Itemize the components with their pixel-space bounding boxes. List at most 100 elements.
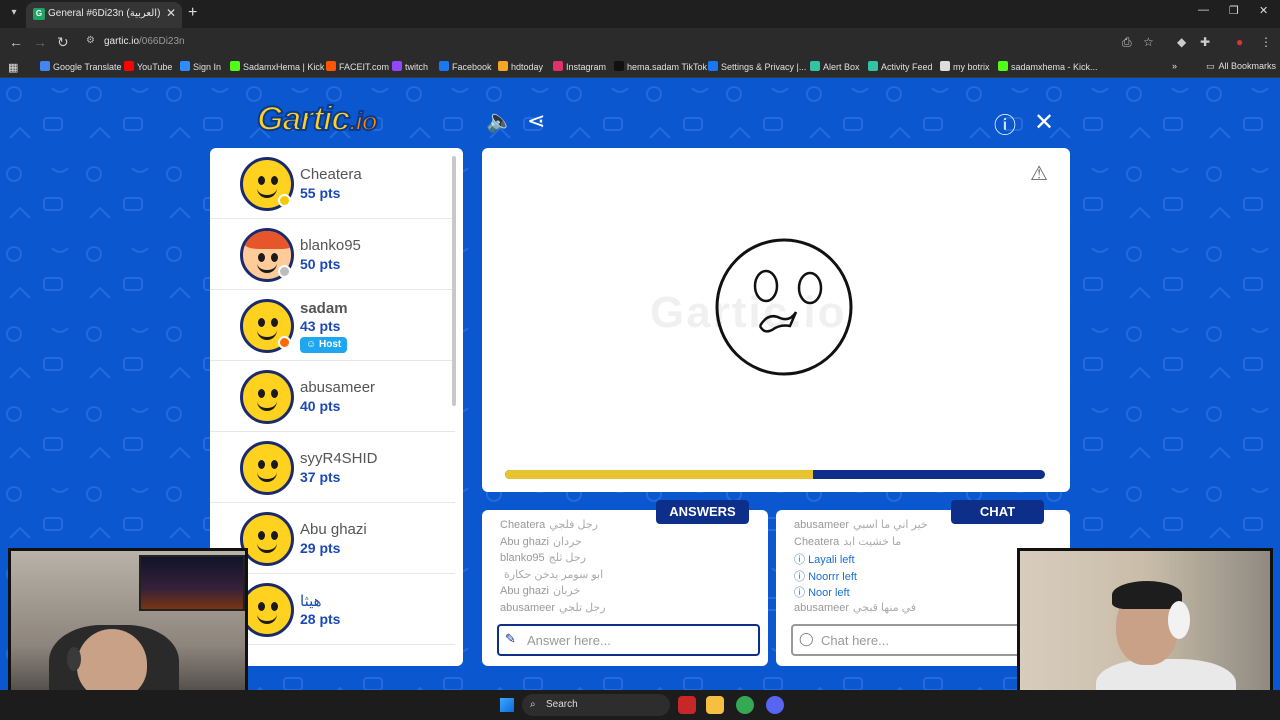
info-icon[interactable]: ⓘ [994, 108, 1016, 140]
file-explorer-icon[interactable] [706, 696, 724, 714]
avatar [240, 441, 294, 495]
player-item[interactable]: blanko95 50 pts [210, 219, 455, 290]
botrix-icon [940, 61, 950, 71]
bookmark-youtube[interactable]: YouTube [124, 61, 172, 72]
player-list-scrollbar[interactable] [452, 156, 456, 406]
tiktok-icon [614, 61, 624, 71]
bookmark-instagram[interactable]: Instagram [553, 61, 606, 72]
bookmark-google-translate[interactable]: Google Translate [40, 61, 122, 72]
player-name: sadam [300, 300, 348, 317]
drawing-face [715, 238, 853, 376]
instagram-icon [553, 61, 563, 71]
player-item[interactable]: Cheatera 55 pts [210, 148, 455, 219]
browser-tab[interactable]: G General #6Di23n (العربية) - Gar ✕ [26, 2, 182, 28]
player-points: 28 pts [300, 611, 341, 627]
info-icon: ⓘ [794, 554, 809, 566]
bookmark-hdtoday[interactable]: hdtoday [498, 61, 543, 72]
chrome-icon[interactable] [736, 696, 754, 714]
folder-icon: ▭ [1206, 61, 1215, 71]
status-indicator [278, 265, 291, 278]
gartic-favicon-icon: G [33, 8, 45, 20]
profile-avatar-icon[interactable]: ● [1236, 35, 1243, 49]
chat-field[interactable]: ◯ [791, 624, 1031, 656]
reload-icon[interactable]: ↻ [57, 34, 69, 51]
facebook-icon [439, 61, 449, 71]
answer-field[interactable]: ✎ [497, 624, 760, 656]
apps-grid-icon[interactable]: ▦ [8, 61, 18, 74]
info-icon: ⓘ [794, 570, 809, 583]
new-tab-icon[interactable]: + [188, 4, 197, 22]
bookmark-alert-box[interactable]: Alert Box [810, 61, 860, 72]
chat-input[interactable] [821, 630, 1021, 650]
extension-icon[interactable]: ◆ [1177, 35, 1186, 49]
avatar [240, 583, 294, 637]
address-bar[interactable]: ⚙ gartic.io/066Di23n [80, 31, 1120, 53]
back-icon[interactable]: ← [9, 34, 23, 50]
bookmark-star-icon[interactable]: ☆ [1143, 35, 1154, 49]
bookmark-kick-2[interactable]: sadamxhema - Kick... [998, 61, 1098, 72]
answer-row: blanko95 رجل ثلج [500, 552, 586, 564]
bookmarks-bar: ▦ Google Translate YouTube Sign In Sadam… [0, 56, 1280, 78]
bookmark-facebook[interactable]: Facebook [439, 61, 492, 72]
player-name: syyR4SHID [300, 450, 378, 467]
maximize-icon[interactable]: ❐ [1229, 4, 1239, 17]
discord-icon[interactable] [766, 696, 784, 714]
voice-app-icon[interactable] [678, 696, 696, 714]
facebook-icon [708, 61, 718, 71]
streamlabs-icon [868, 61, 878, 71]
status-indicator [278, 194, 291, 207]
google-translate-icon [40, 61, 50, 71]
player-item[interactable]: sadam 43 pts ☺ Host [210, 290, 455, 361]
player-name: هيثا [300, 593, 322, 610]
close-tab-icon[interactable]: ✕ [166, 6, 176, 20]
address-toolbar: ← → ↻ ⚙ gartic.io/066Di23n ⎙ ☆ ◆ ✚ ● ⋮ [0, 28, 1280, 56]
windows-taskbar: ⌕ Search [0, 690, 1280, 720]
chat-feed: abusameer خير اني ما اسبي Cheatera ما خشيت… [794, 518, 1044, 617]
extensions-puzzle-icon[interactable]: ✚ [1200, 35, 1210, 49]
answer-row: Abu ghazi خربان [500, 585, 581, 597]
player-item[interactable]: syyR4SHID 37 pts [210, 432, 455, 503]
forward-icon[interactable]: → [33, 34, 47, 50]
exit-icon[interactable]: ✕ [1034, 108, 1054, 137]
player-name: Abu ghazi [300, 521, 367, 538]
bookmark-faceit[interactable]: FACEIT.com [326, 61, 389, 72]
player-item[interactable]: abusameer 40 pts [210, 361, 455, 432]
bookmark-sign-in[interactable]: Sign In [180, 61, 221, 72]
sign-in-icon [180, 61, 190, 71]
player-name: Cheatera [300, 166, 362, 183]
bookmarks-overflow-icon[interactable]: » [1172, 61, 1177, 71]
share-icon[interactable]: ⋖ [527, 108, 545, 134]
install-app-icon[interactable]: ⎙ [1122, 35, 1132, 50]
search-icon: ⌕ [530, 699, 536, 710]
round-timer-fill [505, 470, 813, 479]
answer-input[interactable] [527, 630, 727, 650]
taskbar-search[interactable]: ⌕ Search [522, 694, 670, 716]
url-text[interactable]: gartic.io/066Di23n [104, 36, 185, 47]
bookmark-activity-feed[interactable]: Activity Feed [868, 61, 933, 72]
browser-tab-strip: ▾ G General #6Di23n (العربية) - Gar ✕ + … [0, 0, 1280, 28]
bookmark-tiktok[interactable]: hema.sadam TikTok [614, 61, 707, 72]
round-timer-bar [505, 470, 1045, 479]
avatar [240, 512, 294, 566]
player-points: 55 pts [300, 185, 341, 201]
site-info-icon[interactable]: ⚙ [86, 35, 95, 46]
tab-search-icon[interactable]: ▾ [6, 5, 22, 21]
pencil-icon: ✎ [505, 631, 516, 646]
windows-start-icon[interactable] [500, 698, 514, 712]
youtube-icon [124, 61, 134, 71]
chat-tab[interactable]: CHAT [951, 500, 1044, 524]
bookmark-my-botrix[interactable]: my botrix [940, 61, 990, 72]
kick-icon [998, 61, 1008, 71]
bookmark-twitch[interactable]: twitch [392, 61, 428, 72]
browser-menu-icon[interactable]: ⋮ [1260, 35, 1272, 49]
all-bookmarks-button[interactable]: ▭ All Bookmarks [1206, 61, 1276, 72]
bookmark-kick[interactable]: SadamxHema | Kick [230, 61, 324, 72]
avatar [240, 370, 294, 424]
sound-icon[interactable]: 🔈 [486, 108, 513, 134]
bookmark-fb-settings[interactable]: Settings & Privacy |... [708, 61, 806, 72]
player-name: blanko95 [300, 237, 361, 254]
drawing-canvas[interactable]: Gartic.io ⚠ [482, 148, 1070, 492]
close-window-icon[interactable]: ✕ [1259, 4, 1268, 17]
minimize-icon[interactable]: — [1198, 4, 1209, 16]
answers-tab[interactable]: ANSWERS [656, 500, 749, 524]
